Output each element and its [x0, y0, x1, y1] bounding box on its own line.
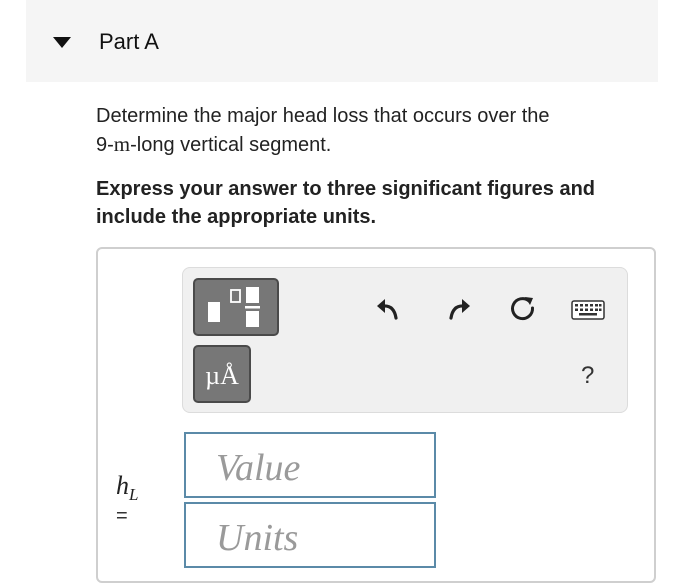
variable-symbol: h [116, 471, 129, 500]
variable-label: hL [116, 471, 138, 505]
answer-instruction: Express your answer to three significant… [96, 178, 596, 228]
units-input[interactable]: Units [184, 502, 436, 568]
question-text: Determine the major head loss that occur… [96, 102, 656, 159]
question-unit: m [113, 132, 131, 156]
collapse-caret-icon[interactable] [53, 37, 71, 48]
question-distance: 9- [96, 134, 114, 156]
units-symbol: µÅ [205, 361, 239, 390]
value-placeholder: Value [216, 447, 301, 489]
part-header[interactable]: Part A [26, 0, 658, 82]
keyboard-icon[interactable] [571, 300, 605, 320]
value-input[interactable]: Value [184, 432, 436, 498]
help-button[interactable]: ? [581, 362, 594, 390]
units-placeholder: Units [216, 517, 299, 559]
units-button[interactable]: µÅ [193, 345, 251, 403]
question-rest: -long vertical segment. [130, 134, 332, 156]
reset-icon[interactable] [508, 293, 538, 323]
undo-icon[interactable] [374, 293, 404, 323]
question-intro: Determine the major head loss that occur… [96, 105, 550, 127]
templates-button[interactable] [193, 278, 279, 336]
math-toolbar: µÅ ? [182, 267, 628, 413]
variable-subscript: L [129, 485, 139, 505]
redo-icon[interactable] [443, 293, 473, 323]
answer-box: µÅ ? hL = Value Units [96, 247, 656, 583]
part-title: Part A [99, 29, 159, 54]
equals-sign: = [116, 505, 128, 527]
templates-icon [208, 287, 260, 327]
